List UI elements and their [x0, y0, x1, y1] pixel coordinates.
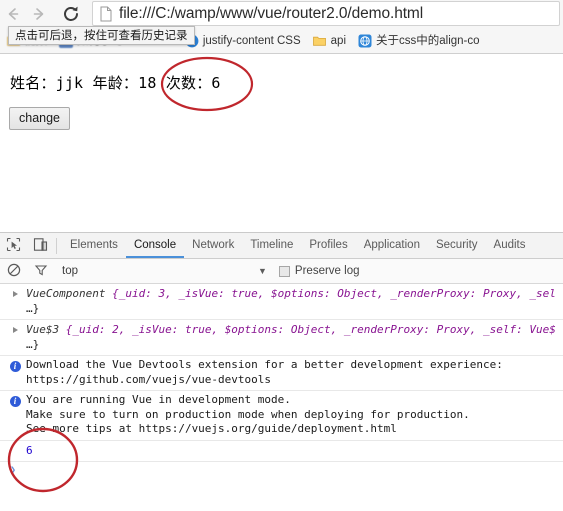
page-content-text: 姓名：jjk 年龄：18 次数：6 — [10, 74, 221, 92]
prompt-chevron-icon: ❯ — [10, 464, 17, 476]
console-info-line: Make sure to turn on production mode whe… — [26, 407, 470, 421]
address-bar[interactable]: file:///C:/wamp/www/vue/router2.0/demo.h… — [92, 1, 560, 26]
console-object-line: Vue$3 {_uid: 2, _isVue: true, $options: … — [26, 322, 563, 337]
page-viewport: 姓名：jjk 年龄：18 次数：6 change — [0, 54, 563, 232]
info-icon: i — [8, 394, 22, 407]
back-button[interactable] — [0, 1, 26, 27]
preserve-log-checkbox[interactable] — [278, 265, 290, 277]
console-object-name: VueComponent — [26, 287, 106, 300]
devtools-panel: Elements Console Network Timeline Profil… — [0, 232, 563, 511]
console-row-info[interactable]: i You are running Vue in development mod… — [0, 391, 563, 441]
preserve-log-toggle[interactable]: Preserve log — [278, 265, 360, 277]
browser-chrome: file:///C:/wamp/www/vue/router2.0/demo.h… — [0, 0, 563, 54]
address-bar-url: file:///C:/wamp/www/vue/router2.0/demo.h… — [119, 4, 424, 22]
console-output[interactable]: VueComponent {_uid: 3, _isVue: true, $op… — [0, 284, 563, 480]
console-row-result[interactable]: 6 — [0, 441, 563, 462]
reload-button[interactable] — [58, 1, 84, 27]
console-object-name: Vue$3 — [26, 323, 60, 336]
tab-elements[interactable]: Elements — [62, 233, 126, 258]
device-toolbar-button[interactable] — [27, 233, 54, 258]
preserve-log-label: Preserve log — [294, 265, 360, 277]
change-button[interactable]: change — [9, 107, 71, 130]
bookmark-item[interactable]: api — [307, 31, 352, 51]
bookmark-label: justify-content CSS — [202, 34, 301, 47]
console-info-line: Download the Vue Devtools extension for … — [26, 358, 503, 371]
disclosure-triangle-icon[interactable] — [8, 323, 22, 336]
filter-button[interactable] — [27, 259, 54, 284]
tab-application[interactable]: Application — [356, 233, 428, 258]
reload-icon — [61, 4, 81, 24]
bookmark-label: 关于css中的align-co — [376, 34, 480, 47]
filter-funnel-icon — [34, 263, 48, 280]
forward-button[interactable] — [26, 1, 52, 27]
console-object-body: {_uid: 3, _isVue: true, $options: Object… — [105, 287, 556, 300]
browser-toolbar: file:///C:/wamp/www/vue/router2.0/demo.h… — [0, 0, 563, 28]
console-object-body: {_uid: 2, _isVue: true, $options: Object… — [59, 323, 556, 336]
execution-context-label: top — [62, 265, 78, 277]
console-toolbar: top ▼ Preserve log — [0, 259, 563, 284]
devtools-tabbar: Elements Console Network Timeline Profil… — [0, 233, 563, 259]
back-button-tooltip: 点击可后退，按住可查看历史记录 — [8, 26, 195, 45]
clear-console-button[interactable] — [0, 259, 27, 284]
disclosure-triangle-icon[interactable] — [8, 287, 22, 300]
inspect-element-icon — [6, 237, 21, 255]
globe-icon — [358, 34, 372, 48]
console-prompt[interactable]: ❯ — [0, 462, 563, 480]
execution-context-selector[interactable]: top ▼ — [62, 265, 267, 277]
tab-profiles[interactable]: Profiles — [301, 233, 355, 258]
console-object-ellipsis: …} — [26, 338, 40, 351]
bookmark-item[interactable]: justify-content CSS — [179, 31, 307, 51]
info-icon: i — [8, 359, 22, 372]
console-row-object[interactable]: Vue$3 {_uid: 2, _isVue: true, $options: … — [0, 320, 563, 356]
tab-audits[interactable]: Audits — [486, 233, 534, 258]
console-row-object[interactable]: VueComponent {_uid: 3, _isVue: true, $op… — [0, 284, 563, 320]
tab-network[interactable]: Network — [184, 233, 242, 258]
page-document-icon — [99, 6, 113, 22]
console-object-line: VueComponent {_uid: 3, _isVue: true, $op… — [26, 286, 563, 301]
bookmark-item[interactable]: 关于css中的align-co — [352, 31, 486, 51]
toolbar-divider — [56, 237, 57, 254]
chevron-down-icon: ▼ — [258, 266, 267, 276]
console-object-ellipsis: …} — [26, 302, 40, 315]
console-row-info[interactable]: i Download the Vue Devtools extension fo… — [0, 356, 563, 391]
bookmark-label: api — [330, 34, 347, 47]
device-toolbar-icon — [33, 237, 48, 255]
inspect-element-button[interactable] — [0, 233, 27, 258]
console-info-link[interactable]: See more tips at https://vuejs.org/guide… — [26, 422, 563, 437]
tab-console[interactable]: Console — [125, 233, 185, 258]
console-info-link[interactable]: https://github.com/vuejs/vue-devtools — [26, 373, 563, 388]
folder-icon — [313, 34, 327, 48]
tab-timeline[interactable]: Timeline — [242, 233, 301, 258]
tab-security[interactable]: Security — [428, 233, 486, 258]
console-result-value: 6 — [26, 443, 33, 457]
console-info-line: You are running Vue in development mode. — [26, 393, 291, 406]
arrow-right-icon — [30, 5, 48, 23]
arrow-left-icon — [4, 5, 22, 23]
clear-console-icon — [7, 263, 21, 280]
